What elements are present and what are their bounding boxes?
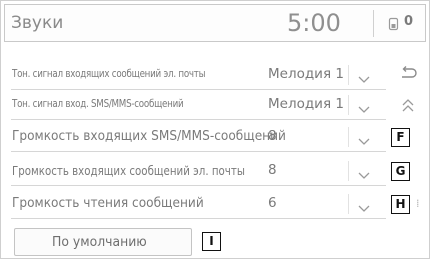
chevron-down-icon[interactable] (358, 99, 370, 118)
setting-value: Мелодия 1 (268, 96, 344, 112)
setting-label: Тон. сигнал входящих сообщений эл. почты (12, 68, 206, 80)
setting-row-sms-tone[interactable]: Тон. сигнал вход. SMS/MMS-сообщений Мело… (11, 90, 386, 120)
setting-label: Громкость входящих сообщений эл. почты (12, 163, 245, 178)
scrollbar-indicator[interactable]: ⁞ (416, 197, 420, 210)
chevron-down-icon[interactable] (358, 69, 370, 88)
sound-settings-screen: Звуки 5:00 0 Тон. сигнал входящих сообще… (0, 0, 430, 259)
phone-battery-icon (388, 16, 400, 35)
callout-f: F (391, 128, 410, 147)
clock: 5:00 (287, 9, 341, 37)
row-divider (348, 65, 349, 85)
header-divider (373, 10, 374, 37)
setting-row-sms-volume[interactable]: Громкость входящих SMS/MMS-сообщений 8 (11, 122, 386, 152)
chevron-down-icon[interactable] (358, 165, 370, 184)
row-divider (348, 194, 349, 214)
header-bar: Звуки 5:00 0 (4, 4, 426, 42)
setting-label: Громкость чтения сообщений (12, 195, 204, 211)
setting-value: 8 (268, 128, 277, 144)
back-button[interactable] (393, 58, 423, 88)
row-divider (348, 127, 349, 147)
double-chevron-up-icon (402, 98, 414, 117)
setting-value: 6 (268, 195, 277, 211)
default-button-label: По умолчанию (52, 234, 147, 250)
setting-row-email-volume[interactable]: Громкость входящих сообщений эл. почты 8 (11, 156, 386, 186)
chevron-down-icon[interactable] (358, 131, 370, 150)
status-count: 0 (404, 14, 414, 29)
page-title: Звуки (11, 13, 64, 33)
setting-label: Тон. сигнал вход. SMS/MMS-сообщений (12, 98, 184, 110)
back-arrow-icon (399, 65, 417, 84)
setting-value: 8 (268, 162, 277, 178)
setting-row-email-tone[interactable]: Тон. сигнал входящих сообщений эл. почты… (11, 60, 386, 90)
callout-g: G (391, 162, 410, 181)
row-divider (348, 161, 349, 181)
setting-row-reading-volume[interactable]: Громкость чтения сообщений 6 (11, 189, 386, 219)
callout-i: I (202, 232, 221, 251)
callout-h: H (391, 195, 410, 214)
setting-label: Громкость входящих SMS/MMS-сообщений (12, 128, 286, 144)
row-divider (348, 95, 349, 115)
page-up-button[interactable] (393, 90, 423, 120)
setting-value: Мелодия 1 (268, 66, 344, 82)
default-button[interactable]: По умолчанию (14, 228, 192, 256)
chevron-down-icon[interactable] (358, 198, 370, 217)
